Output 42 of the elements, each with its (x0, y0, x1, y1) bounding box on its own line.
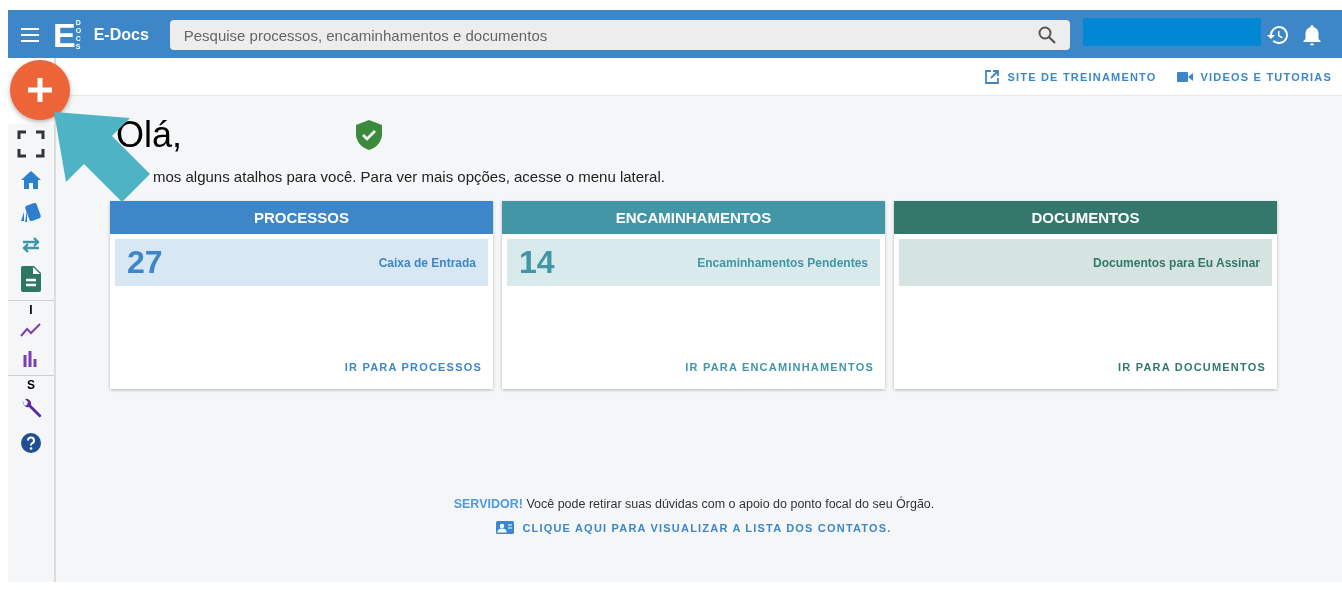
greeting-subtitle: mos alguns atalhos para você. Para ver mais opções, acesse o menu lateral. (153, 168, 666, 185)
contacts-link[interactable]: CLIQUE AQUI PARA VISUALIZAR A LISTA DOS CONTATOS. (496, 521, 892, 534)
card-link[interactable]: IR PARA ENCAMINHAMENTOS (685, 361, 885, 389)
section-label: I (29, 303, 33, 317)
stat-label: Documentos para Eu Assinar (1093, 255, 1260, 270)
count-number: 27 (127, 244, 163, 281)
card-header: ENCAMINHAMENTOS (502, 201, 885, 234)
greeting-title: Olá, (116, 114, 183, 156)
cards-icon[interactable] (19, 202, 43, 224)
stat-panel[interactable]: 14 Encaminhamentos Pendentes (507, 239, 880, 286)
plus-icon (25, 75, 55, 105)
contact-card-icon (496, 521, 515, 534)
shield-check-icon (356, 120, 383, 150)
menu-icon (21, 28, 39, 42)
videos-link[interactable]: VIDEOS E TUTORIAS (1176, 70, 1332, 83)
card-header: PROCESSOS (110, 201, 493, 234)
search-icon[interactable] (1037, 26, 1056, 44)
help-icon[interactable] (20, 432, 42, 454)
wrench-icon[interactable] (20, 398, 42, 420)
stat-panel[interactable]: Documentos para Eu Assinar (899, 239, 1272, 286)
history-icon[interactable] (1265, 23, 1290, 47)
swap-arrows-icon[interactable] (20, 236, 42, 254)
help-message: SERVIDOR! Você pode retirar suas dúvidas com o apoio do ponto focal do seu Órgão. (453, 497, 935, 511)
external-link-icon (985, 69, 1000, 84)
stat-label: Encaminhamentos Pendentes (697, 255, 868, 270)
stat-label: Caixa de Entrada (378, 255, 476, 270)
card-link[interactable]: IR PARA PROCESSOS (344, 361, 493, 389)
section-label: S (27, 378, 35, 392)
app-name: E-Docs (93, 26, 150, 44)
card-header: DOCUMENTOS (894, 201, 1277, 234)
video-camera-icon (1176, 71, 1193, 82)
bar-chart-icon[interactable] (22, 349, 40, 367)
count-number: 14 (519, 244, 555, 281)
training-link[interactable]: SITE DE TREINAMENTO (985, 69, 1157, 84)
home-icon[interactable] (20, 170, 42, 190)
bell-icon[interactable] (1301, 23, 1322, 47)
search-field[interactable]: Pesquise processos, encaminhamentos e documentos (169, 20, 1070, 50)
trend-line-icon[interactable] (20, 323, 42, 337)
document-icon[interactable] (21, 266, 41, 292)
fullscreen-icon[interactable] (17, 130, 45, 158)
stat-panel[interactable]: 27 Caixa de Entrada (115, 239, 488, 286)
card-link[interactable]: IR PARA DOCUMENTOS (1118, 361, 1277, 389)
